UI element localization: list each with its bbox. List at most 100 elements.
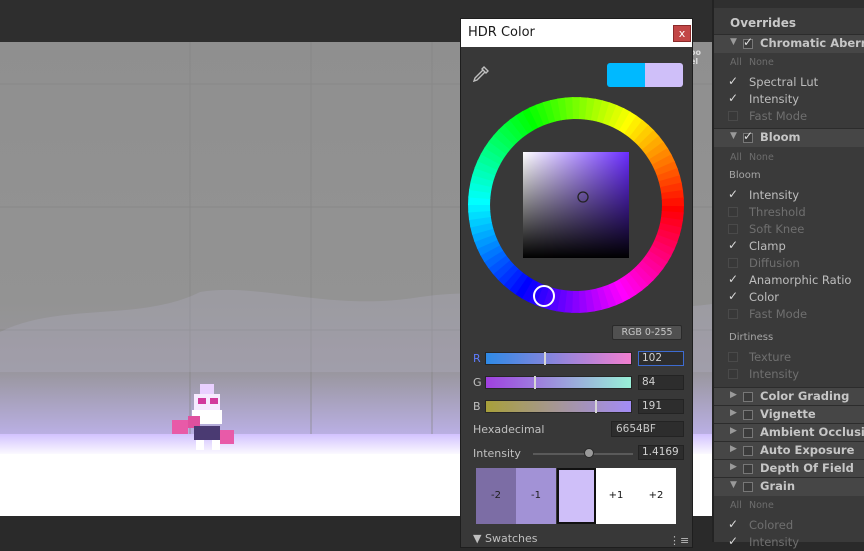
color-mode-dropdown[interactable]: RGB 0-255 [612,325,682,340]
chevron-right-icon[interactable]: ▶ [730,462,737,472]
swatches-foldout[interactable]: ▼ Swatches [473,532,538,545]
override-dirt-intensity[interactable]: Intensity [714,365,864,383]
chevron-down-icon[interactable]: ▼ [730,37,737,47]
inspector-panel: Overrides ▼ Chromatic Aberration All Non… [712,0,864,549]
intensity-slider-handle[interactable] [584,448,594,458]
exposure-swatch[interactable]: -2 [476,468,516,524]
checkbox-icon[interactable] [728,111,738,121]
previous-color-swatch[interactable] [607,63,645,87]
override-bloom-color[interactable]: Color [714,288,864,306]
swatches-menu-icon[interactable]: ⋮≡ [669,534,689,547]
override-bloom-diffusion[interactable]: Diffusion [714,254,864,272]
override-bloom-clamp[interactable]: Clamp [714,237,864,255]
channel-b-label: B [473,400,481,413]
color-preview [607,63,683,87]
slider-thumb[interactable] [595,400,597,413]
override-chromatic-fast-mode[interactable]: Fast Mode [714,107,864,125]
override-bloom-threshold[interactable]: Threshold [714,203,864,221]
checkbox-icon[interactable] [728,352,738,362]
select-none-link[interactable]: None [749,152,774,163]
checkbox-icon[interactable] [728,187,738,201]
section-toggle-checkbox[interactable] [743,35,753,49]
channel-g-slider[interactable] [485,376,632,389]
section-toggle-checkbox[interactable] [743,464,753,474]
channel-r-slider[interactable] [485,352,632,365]
exposure-swatch[interactable] [557,468,596,524]
checkbox-icon[interactable] [728,224,738,234]
checkbox-icon[interactable] [728,272,738,286]
chevron-right-icon[interactable]: ▶ [730,426,737,436]
override-bloom-anamorphic-ratio[interactable]: Anamorphic Ratio [714,271,864,289]
intensity-input[interactable]: 1.4169 [638,445,684,460]
slider-thumb[interactable] [544,352,546,365]
exposure-swatch[interactable]: +2 [636,468,676,524]
hex-input[interactable]: 6654BF [611,421,684,437]
checkbox-icon[interactable] [728,309,738,319]
checkbox-icon[interactable] [728,238,738,252]
channel-b-input[interactable]: 191 [638,399,684,414]
select-none-link[interactable]: None [749,57,774,68]
select-all-link[interactable]: All [730,57,742,68]
section-ambient-occlusion[interactable]: ▶ Ambient Occlusion [714,423,864,442]
dirtiness-group-label: Dirtiness [729,332,774,343]
section-chromatic-aberration[interactable]: ▼ Chromatic Aberration [714,34,864,53]
override-dirt-texture[interactable]: Texture [714,348,864,366]
chevron-right-icon[interactable]: ▶ [730,444,737,454]
checkbox-icon[interactable] [728,74,738,88]
channel-b-slider[interactable] [485,400,632,413]
inspector-top-strip [714,0,864,8]
section-toggle-checkbox[interactable] [743,392,753,402]
override-chromatic-intensity[interactable]: Intensity [714,90,864,108]
dialog-titlebar[interactable]: HDR Color x [461,19,692,47]
override-grain-colored[interactable]: Colored [714,516,864,534]
chevron-right-icon[interactable]: ▶ [730,390,737,400]
override-grain-intensity[interactable]: Intensity [714,533,864,551]
section-title: Ambient Occlusion [760,425,864,439]
section-toggle-checkbox[interactable] [743,482,753,492]
section-depth-of-field[interactable]: ▶ Depth Of Field [714,459,864,478]
hue-ring-segment[interactable] [468,203,491,213]
section-color-grading[interactable]: ▶ Color Grading [714,387,864,406]
player-character[interactable] [168,374,238,454]
close-button[interactable]: x [673,25,691,42]
select-all-link[interactable]: All [730,152,742,163]
override-bloom-fast-mode[interactable]: Fast Mode [714,305,864,323]
hue-ring-segment[interactable] [661,197,684,207]
chevron-down-icon[interactable]: ▼ [730,131,737,141]
section-auto-exposure[interactable]: ▶ Auto Exposure [714,441,864,460]
eyedropper-icon[interactable] [471,64,491,84]
chevron-down-icon[interactable]: ▼ [730,480,737,490]
select-none-link[interactable]: None [749,500,774,511]
chevron-right-icon[interactable]: ▶ [730,408,737,418]
section-title: Color Grading [760,389,850,403]
select-all-link[interactable]: All [730,500,742,511]
section-toggle-checkbox[interactable] [743,129,753,143]
checkbox-icon[interactable] [728,207,738,217]
section-toggle-checkbox[interactable] [743,410,753,420]
checkbox-icon[interactable] [728,289,738,303]
section-grain[interactable]: ▼ Grain [714,477,864,496]
channel-g-input[interactable]: 84 [638,375,684,390]
intensity-slider-track[interactable] [533,453,633,455]
channel-r-input[interactable]: 102 [638,351,684,366]
override-bloom-soft-knee[interactable]: Soft Knee [714,220,864,238]
color-wheel[interactable] [467,96,685,314]
section-title: Vignette [760,407,816,421]
dialog-title: HDR Color [468,25,535,40]
checkbox-icon[interactable] [728,517,738,531]
overrides-heading: Overrides [730,16,796,30]
slider-thumb[interactable] [534,376,536,389]
section-toggle-checkbox[interactable] [743,446,753,456]
exposure-swatch[interactable]: +1 [596,468,636,524]
section-bloom[interactable]: ▼ Bloom [714,128,864,147]
section-vignette[interactable]: ▶ Vignette [714,405,864,424]
section-title: Auto Exposure [760,443,855,457]
checkbox-icon[interactable] [728,91,738,105]
checkbox-icon[interactable] [728,534,738,548]
override-bloom-intensity[interactable]: Intensity [714,186,864,204]
override-spectral-lut[interactable]: Spectral Lut [714,73,864,91]
checkbox-icon[interactable] [728,369,738,379]
checkbox-icon[interactable] [728,258,738,268]
section-toggle-checkbox[interactable] [743,428,753,438]
exposure-swatch[interactable]: -1 [516,468,556,524]
